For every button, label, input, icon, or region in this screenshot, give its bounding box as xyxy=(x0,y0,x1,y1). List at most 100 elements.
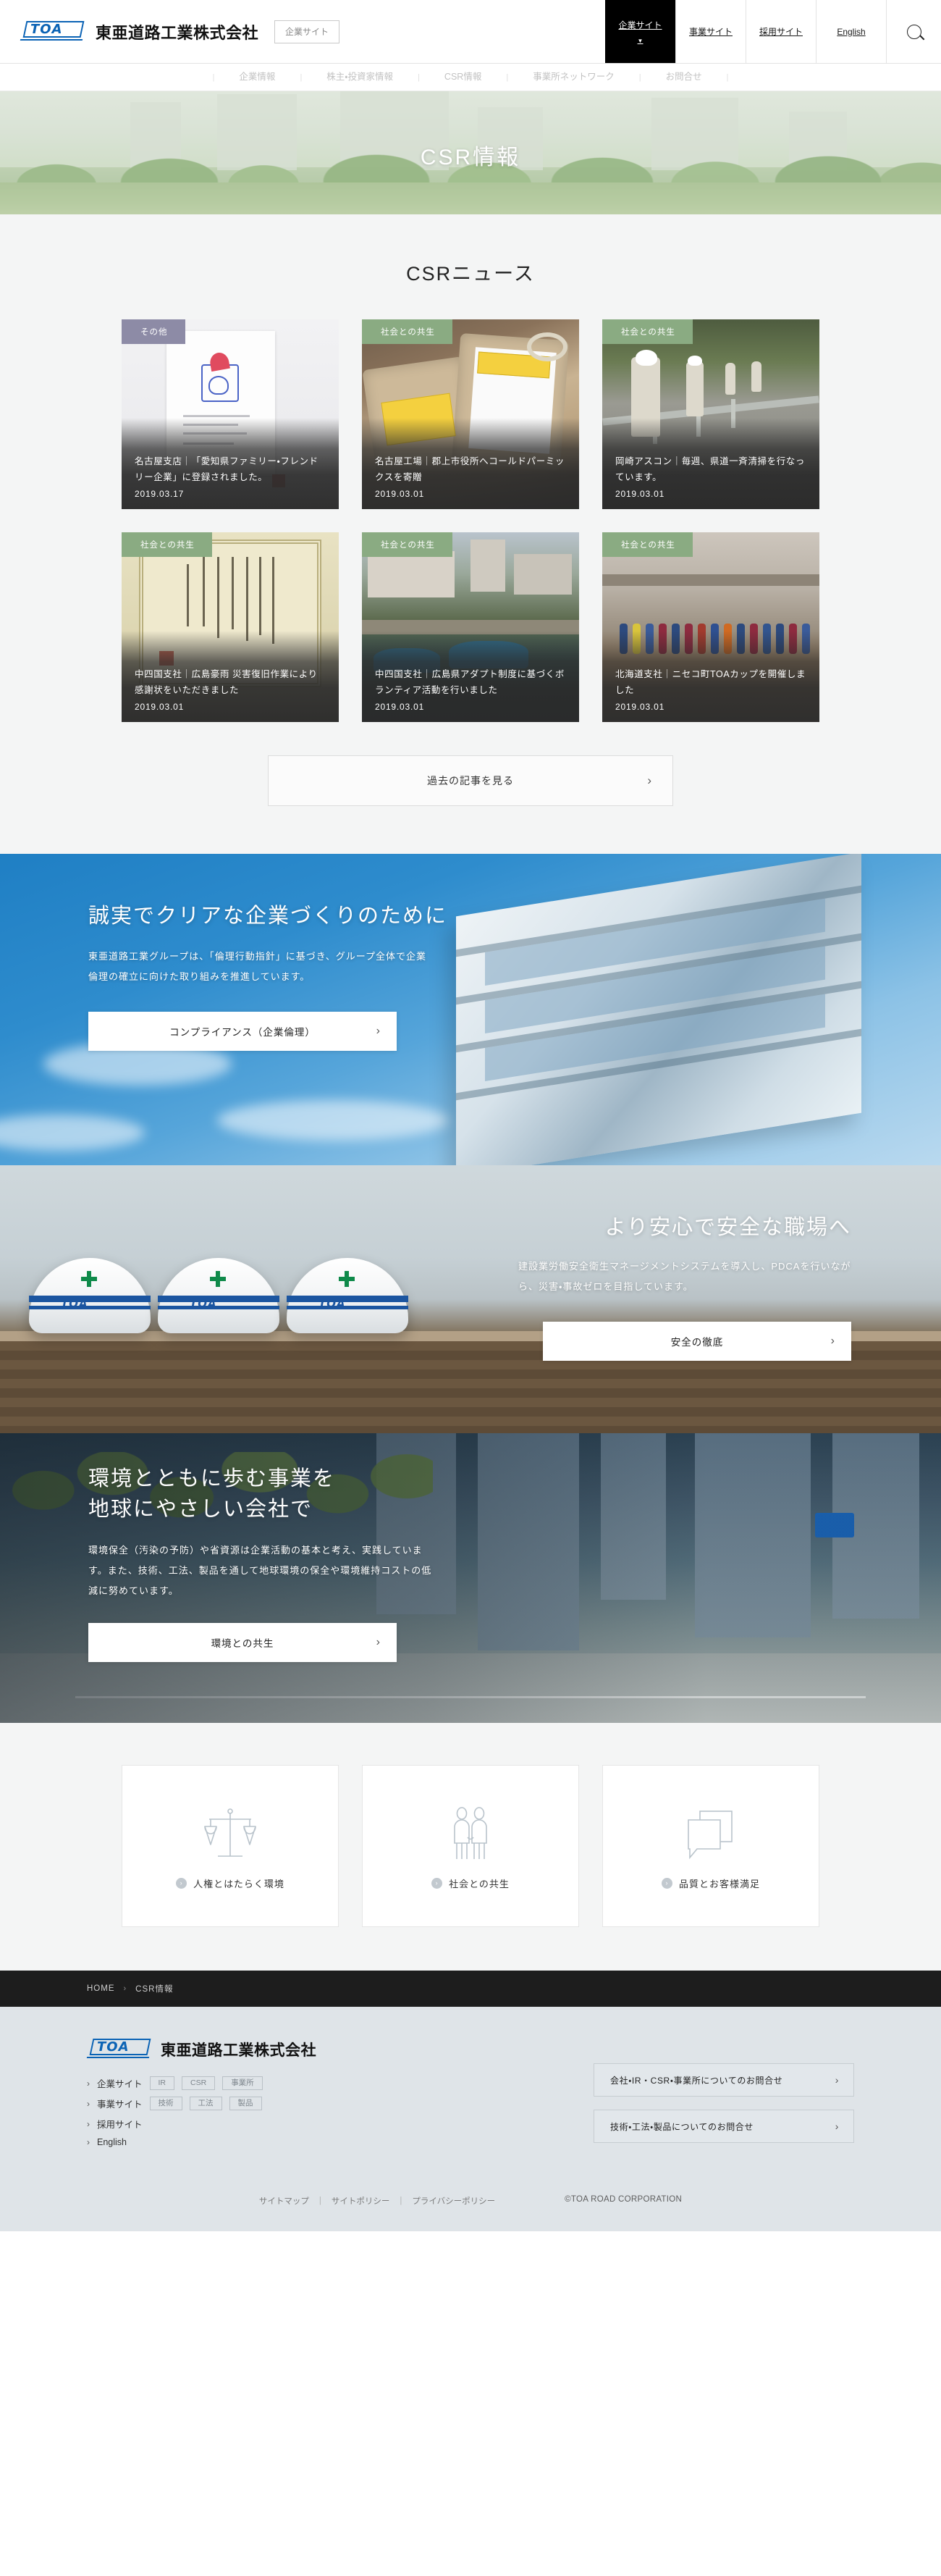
site-footer: TOA 東亜道路工業株式会社 › 企業サイト IR CSR 事業所 › 事業サイ… xyxy=(0,2007,941,2231)
header-nav-corporate-label: 企業サイト xyxy=(618,20,662,30)
subnav-item-ir[interactable]: 株主・投資家情報 xyxy=(302,72,418,82)
chevron-right-icon: › xyxy=(87,2078,90,2089)
news-card[interactable]: 社会との共生 名古屋工場｜郡上市役所へコールドパーミックスを寄贈 2019.03… xyxy=(362,319,579,509)
header-nav-corporate[interactable]: 企業サイト ▼ xyxy=(605,0,675,63)
footer-utility-links: サイトマップ | サイトポリシー | プライバシーポリシー xyxy=(259,2195,495,2207)
topic-card-human-rights[interactable]: › 人権とはたらく環境 xyxy=(122,1765,339,1927)
chevron-right-circle-icon: › xyxy=(661,1877,672,1889)
topic-card-society[interactable]: › 社会との共生 xyxy=(362,1765,579,1927)
page-root: TOA 東亜道路工業株式会社 企業サイト 企業サイト ▼ 事業サイト 採用サイト… xyxy=(0,0,941,2231)
news-card-headline: 岡崎アスコン｜毎週、県道一斉清掃を行なっています。 xyxy=(615,456,806,483)
footer-link-privacypolicy[interactable]: プライバシーポリシー xyxy=(412,2195,495,2207)
footer-brand[interactable]: TOA 東亜道路工業株式会社 xyxy=(86,2039,316,2060)
chevron-right-icon: › xyxy=(376,1024,381,1037)
safety-banner: TOA TOA TOA より安心で安全な職場へ 建設業労働安全衛生マネージメント… xyxy=(0,1165,941,1433)
news-card-date: 2019.03.01 xyxy=(615,489,665,499)
news-card-headline: 中四国支社｜広島県アダプト制度に基づくボランティア活動を行いました xyxy=(375,669,565,696)
topic-card-label-wrap: › 人権とはたらく環境 xyxy=(176,1876,284,1890)
chevron-right-icon: › xyxy=(830,1334,835,1347)
safety-body: 建設業労働安全衛生マネージメントシステムを導入し、PDCAを行いながら、災害・事… xyxy=(518,1261,851,1292)
header-nav-english[interactable]: English xyxy=(816,0,886,63)
brand[interactable]: TOA 東亜道路工業株式会社 xyxy=(0,0,258,63)
safety-cta-button[interactable]: 安全の徹底 › xyxy=(543,1321,851,1361)
search-icon xyxy=(906,24,921,39)
footer-pill-technology[interactable]: 技術 xyxy=(149,2097,182,2110)
topic-card-label-wrap: › 社会との共生 xyxy=(431,1876,510,1890)
helmet-toa-text: TOA xyxy=(61,1297,88,1310)
news-card[interactable]: その他 名古屋支店｜「愛知県ファミリー・フレンドリー企業」に登録されました。 2… xyxy=(122,319,339,509)
news-card[interactable]: 社会との共生 岡崎アスコン｜毎週、県道一斉清掃を行なっています。 2019.03… xyxy=(602,319,819,509)
environment-title-line1: 環境とともに歩む事業を xyxy=(88,1467,336,1490)
news-card[interactable]: 社会との共生 北海道支社｜ニセコ町TOAカップを開催しました 2019.03.0… xyxy=(602,532,819,722)
contact-button-technical-label: 技術・工法・製品についてのお問合せ xyxy=(610,2121,754,2132)
subnav-item-contact[interactable]: お問合せ xyxy=(641,72,727,82)
news-card-meta: 中四国支社｜広島豪雨 災害復旧作業により感謝状をいただきました 2019.03.… xyxy=(122,667,339,722)
safety-inner: より安心で安全な職場へ 建設業労働安全衛生マネージメントシステムを導入し、PDC… xyxy=(87,1165,854,1433)
footer-link-sitemap[interactable]: サイトマップ xyxy=(259,2195,309,2207)
contact-button-company-label: 会社・IR・CSR・事業所についてのお問合せ xyxy=(610,2075,783,2086)
contact-button-technical[interactable]: 技術・工法・製品についてのお問合せ › xyxy=(594,2110,854,2143)
footer-nav-row-business: › 事業サイト 技術 工法 製品 xyxy=(87,2097,316,2110)
header-nav-recruit-label: 採用サイト xyxy=(759,27,803,37)
safety-title: より安心で安全な職場へ xyxy=(604,1216,851,1239)
footer-link-corporate[interactable]: 企業サイト xyxy=(97,2076,143,2090)
news-card-tag: 社会との共生 xyxy=(602,532,693,557)
header-nav-english-label: English xyxy=(837,26,866,37)
topic-card-label: 人権とはたらく環境 xyxy=(193,1878,284,1889)
environment-text: 環境とともに歩む事業を 地球にやさしい会社で 環境保全（汚染の予防）や省資源は企… xyxy=(88,1464,494,1662)
toa-logo-text: TOA xyxy=(97,2039,130,2055)
environment-title: 環境とともに歩む事業を 地球にやさしい会社で xyxy=(88,1464,494,1524)
news-card-meta: 名古屋工場｜郡上市役所へコールドパーミックスを寄贈 2019.03.01 xyxy=(362,454,579,509)
more-articles-wrap: 過去の記事を見る › xyxy=(122,755,819,806)
compliance-title: 誠実でクリアな企業づくりのために xyxy=(88,905,448,928)
header-nav-business-label: 事業サイト xyxy=(688,27,733,37)
environment-cta-button[interactable]: 環境との共生 › xyxy=(88,1622,397,1662)
site-header: TOA 東亜道路工業株式会社 企業サイト 企業サイト ▼ 事業サイト 採用サイト… xyxy=(0,0,941,64)
subnav-item-company[interactable]: 企業情報 xyxy=(214,72,300,82)
footer-nav-row-recruit: › 採用サイト xyxy=(87,2117,316,2131)
topic-card-quality[interactable]: › 品質とお客様満足 xyxy=(602,1765,819,1927)
chevron-right-icon: › xyxy=(87,2098,90,2109)
news-card-tag: 社会との共生 xyxy=(602,319,693,344)
toa-logo-text: TOA xyxy=(30,21,63,37)
footer-nav-row-english: › English xyxy=(87,2137,316,2147)
header-nav-business[interactable]: 事業サイト xyxy=(675,0,746,63)
search-button[interactable] xyxy=(886,0,941,63)
compliance-inner: 誠実でクリアな企業づくりのために 東亜道路工業グループは、「倫理行動指針」に基づ… xyxy=(87,854,861,1165)
header-nav-recruit[interactable]: 採用サイト xyxy=(746,0,816,63)
compliance-body: 東亜道路工業グループは、「倫理行動指針」に基づき、グループ全体で企業倫理の確立に… xyxy=(88,951,427,982)
chevron-right-icon: › xyxy=(647,773,652,787)
news-card[interactable]: 社会との共生 中四国支社｜広島豪雨 災害復旧作業により感謝状をいただきました 2… xyxy=(122,532,339,722)
footer-pill-ir[interactable]: IR xyxy=(149,2076,175,2090)
topic-card-label: 社会との共生 xyxy=(449,1878,510,1889)
footer-pill-method[interactable]: 工法 xyxy=(189,2097,222,2110)
subnav-item-network[interactable]: 事業所ネットワーク xyxy=(508,72,639,82)
compliance-cta-button[interactable]: コンプライアンス（企業倫理） › xyxy=(88,1011,397,1051)
more-articles-button[interactable]: 過去の記事を見る › xyxy=(268,755,673,806)
footer-pill-csr[interactable]: CSR xyxy=(182,2076,216,2090)
footer-pill-offices[interactable]: 事業所 xyxy=(222,2076,263,2090)
news-card-date: 2019.03.01 xyxy=(135,702,185,712)
compliance-text: 誠実でクリアな企業づくりのために 東亜道路工業グループは、「倫理行動指針」に基づ… xyxy=(88,899,494,1051)
two-people-icon xyxy=(445,1803,496,1862)
hero-banner: CSR情報 xyxy=(0,91,941,214)
footer-link-recruit[interactable]: 採用サイト xyxy=(97,2117,143,2131)
news-card-meta: 中四国支社｜広島県アダプト制度に基づくボランティア活動を行いました 2019.0… xyxy=(362,667,579,722)
footer-link-english[interactable]: English xyxy=(97,2137,127,2147)
footer-pill-products[interactable]: 製品 xyxy=(229,2097,262,2110)
page-title: CSR情報 xyxy=(420,146,521,170)
topic-card-label-wrap: › 品質とお客様満足 xyxy=(661,1876,760,1890)
subnav-item-csr[interactable]: CSR情報 xyxy=(420,72,506,82)
news-card[interactable]: 社会との共生 中四国支社｜広島県アダプト制度に基づくボランティア活動を行いました… xyxy=(362,532,579,722)
news-card-headline: 名古屋支店｜「愛知県ファミリー・フレンドリー企業」に登録されました。 xyxy=(135,456,318,483)
compliance-building-image xyxy=(456,854,861,1165)
brand-name: 東亜道路工業株式会社 xyxy=(96,24,259,43)
footer-link-business[interactable]: 事業サイト xyxy=(97,2097,143,2110)
news-card-headline: 名古屋工場｜郡上市役所へコールドパーミックスを寄贈 xyxy=(375,456,565,483)
footer-link-sitepolicy[interactable]: サイトポリシー xyxy=(332,2195,390,2207)
environment-banner: 環境とともに歩む事業を 地球にやさしい会社で 環境保全（汚染の予防）や省資源は企… xyxy=(0,1433,941,1723)
toa-logo-icon: TOA xyxy=(86,2039,151,2060)
csr-topics-section: › 人権とはたらく環境 › 社会との共生 › 品質とお客様満足 xyxy=(0,1723,941,1971)
breadcrumb-home[interactable]: HOME xyxy=(87,1984,115,1993)
contact-button-company[interactable]: 会社・IR・CSR・事業所についてのお問合せ › xyxy=(594,2063,854,2097)
